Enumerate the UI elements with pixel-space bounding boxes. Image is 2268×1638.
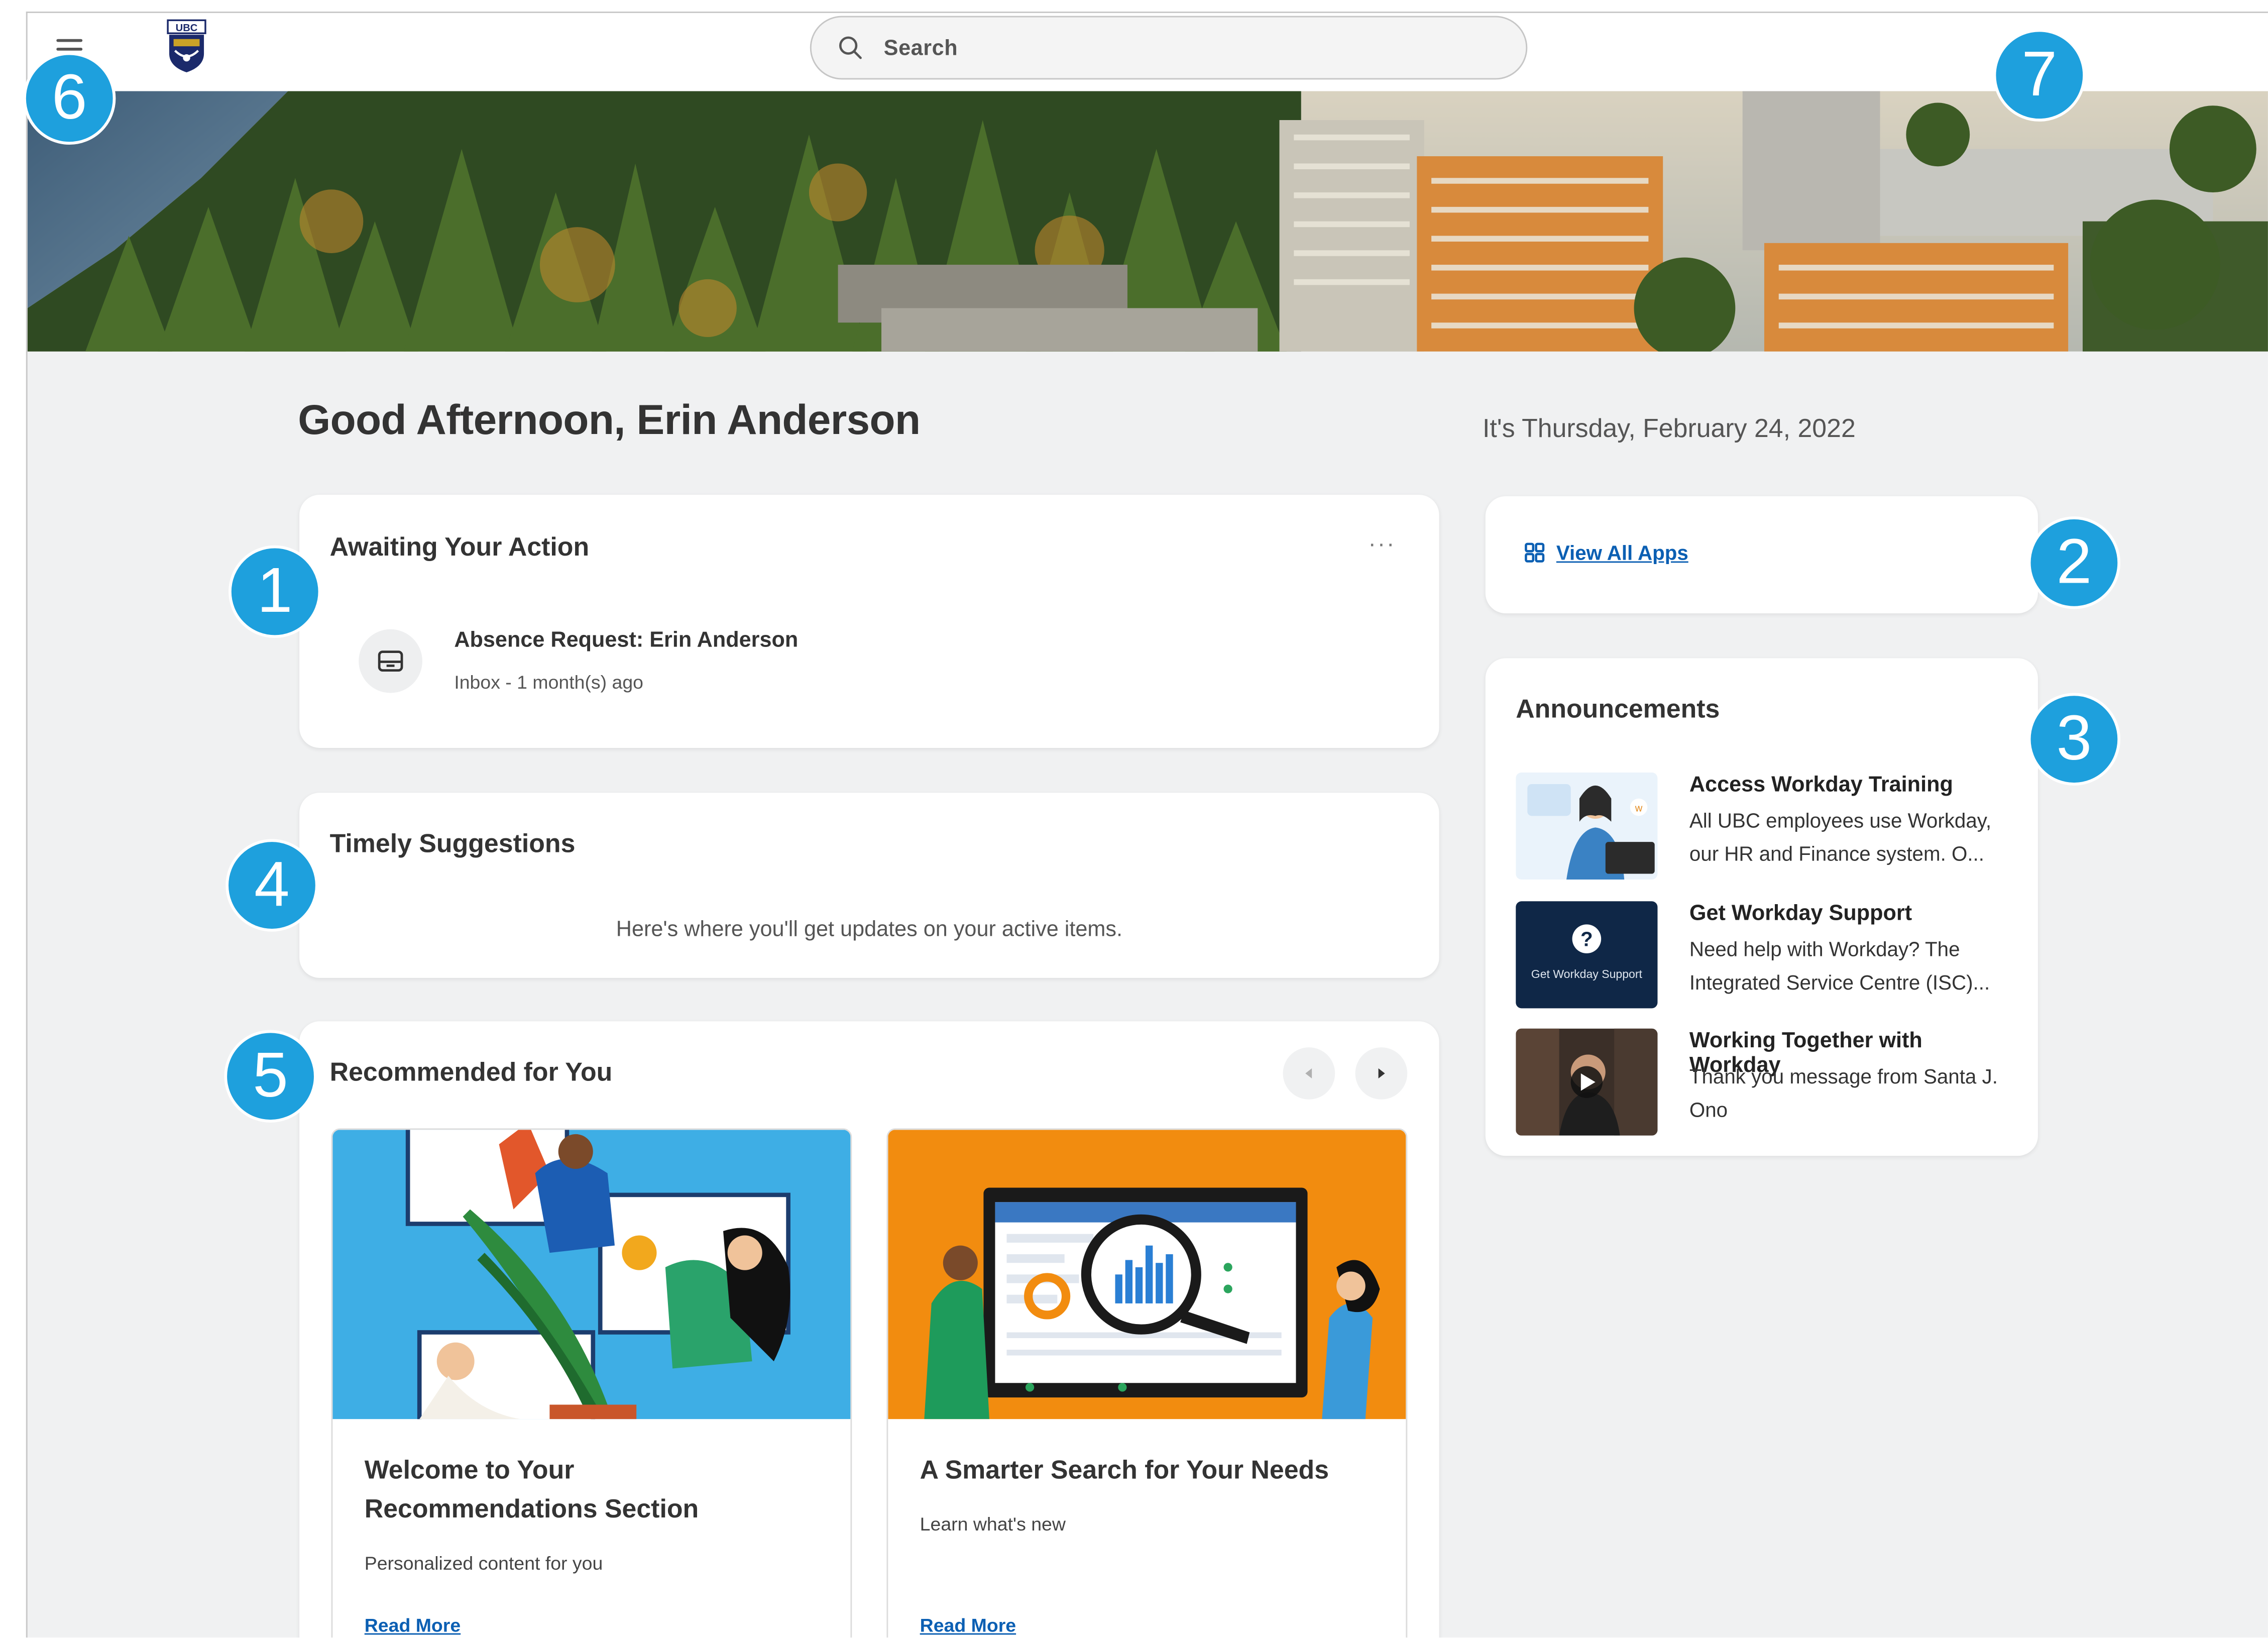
svg-text:w: w [1635,803,1643,814]
callout-marker-1: 1 [229,545,321,638]
timely-suggestions-title: Timely Suggestions [329,829,576,858]
callout-marker-3: 3 [2027,693,2121,786]
view-all-apps-link[interactable]: View All Apps [1525,541,1688,564]
greeting-heading: Good Afternoon, Erin Anderson [298,398,921,445]
recommendation-title: A Smarter Search for Your Needs [920,1455,1329,1484]
recommendation-description: Learn what's new [920,1513,1066,1535]
announcements-title: Announcements [1516,694,1720,723]
search-icon [839,36,862,59]
more-options-button[interactable]: ··· [1369,532,1396,559]
support-thumbnail: ? Get Workday Support [1516,901,1658,1009]
ubc-logo[interactable]: UBC [166,19,207,73]
view-all-apps-label: View All Apps [1556,541,1688,565]
video-thumbnail [1516,1028,1658,1136]
top-bar: UBC Search [27,13,2268,91]
recommendation-card[interactable]: Welcome to Your Recommendations Section … [331,1128,852,1638]
announcements-card: Announcements w Access Workday Training [1485,658,2038,1156]
recommended-card: Recommended for You Welcome to Your Reco… [299,1021,1439,1638]
logo-text: UBC [176,23,198,34]
recommendations-illustration [332,1130,851,1429]
announcement-item[interactable]: Working Together with Workday Thank you … [1516,1028,2015,1139]
question-icon: ? [1580,928,1593,951]
awaiting-action-card: Awaiting Your Action ··· Absence Request… [299,494,1439,748]
recommendation-title: Welcome to Your Recommendations Section [364,1455,699,1523]
callout-marker-2: 2 [2027,516,2121,609]
recommendation-card[interactable]: A Smarter Search for Your Needs Learn wh… [886,1128,1408,1638]
training-thumbnail: w [1516,772,1658,880]
callout-marker-4: 4 [225,839,318,932]
task-absence-request-link[interactable]: Absence Request: Erin Anderson [454,628,798,652]
search-illustration [888,1130,1406,1419]
thumbnail-caption: Get Workday Support [1531,967,1642,981]
callout-marker-6: 6 [23,52,116,145]
callout-marker-7: 7 [1993,29,2086,122]
search-input[interactable]: Search [810,16,1528,80]
read-more-link[interactable]: Read More [365,1614,461,1636]
apps-card: View All Apps [1485,496,2038,614]
announcement-text: All UBC employees use Workday, our HR an… [1689,808,1992,864]
timely-suggestions-card: Timely Suggestions Here's where you'll g… [299,793,1439,978]
callout-marker-5: 5 [224,1030,317,1123]
recommendation-description: Personalized content for you [364,1552,603,1574]
chevron-right-icon [1378,1068,1385,1079]
announcement-text: Need help with Workday? The Integrated S… [1689,937,1990,994]
announcement-item[interactable]: w Access Workday Training All UBC employ… [1516,772,2015,883]
timely-suggestions-message: Here's where you'll get updates on your … [616,917,1122,942]
workday-app: UBC Search Good Afternoon, Erin Anderson… [26,12,2268,1638]
announcement-text: Thank you message from Santa J. Ono [1689,1064,1998,1121]
read-more-link[interactable]: Read More [920,1614,1016,1636]
carousel-next-button[interactable] [1355,1047,1408,1100]
screenshot-stage: UBC Search Good Afternoon, Erin Anderson… [0,0,2268,1638]
hero-banner-image [27,91,2268,352]
inbox-tray-icon [359,629,422,693]
awaiting-action-title: Awaiting Your Action [329,532,590,562]
announcement-title: Access Workday Training [1689,772,1953,797]
chevron-left-icon [1305,1068,1312,1079]
announcement-title: Get Workday Support [1689,901,1912,926]
current-date: It's Thursday, February 24, 2022 [1483,413,1856,443]
task-meta: Inbox - 1 month(s) ago [454,671,644,693]
search-placeholder: Search [883,35,958,60]
announcement-item[interactable]: ? Get Workday Support Get Workday Suppor… [1516,901,2015,1011]
carousel-prev-button[interactable] [1283,1047,1335,1100]
grid-icon [1525,542,1545,563]
recommended-title: Recommended for You [329,1057,613,1086]
